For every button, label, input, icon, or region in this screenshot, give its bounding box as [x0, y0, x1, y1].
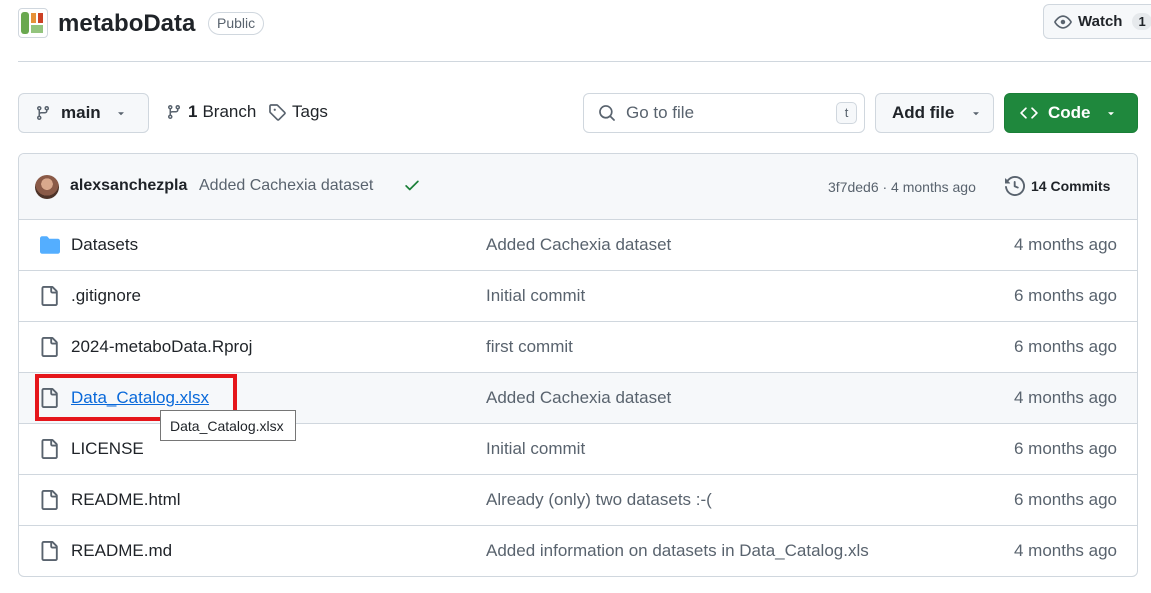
file-commit-time: 4 months ago [1013, 541, 1117, 560]
file-commit-message[interactable]: Initial commit [486, 286, 585, 306]
code-button[interactable]: Code [1004, 93, 1138, 133]
table-row[interactable]: README.html Already (only) two datasets … [19, 475, 1137, 526]
git-branch-icon [167, 105, 180, 120]
branch-count: 1 [188, 102, 198, 121]
file-icon [41, 439, 58, 459]
file-commit-message[interactable]: Added Cachexia dataset [486, 388, 671, 408]
code-label: Code [1048, 103, 1091, 122]
file-name[interactable]: LICENSE [71, 439, 144, 459]
commit-author[interactable]: alexsanchezpla [70, 177, 187, 195]
shortcut-key: t [836, 102, 857, 124]
file-commit-time: 6 months ago [1013, 286, 1117, 305]
table-row[interactable]: 2024-metaboData.Rproj first commit 6 mon… [19, 322, 1137, 373]
file-icon [41, 490, 58, 510]
file-commit-message[interactable]: Added Cachexia dataset [486, 235, 671, 255]
go-to-file-input[interactable]: Go to file t [583, 93, 865, 133]
search-placeholder: Go to file [626, 103, 695, 122]
file-icon [41, 337, 58, 357]
commits-label: 14 Commits [1031, 178, 1111, 194]
commit-sha-time[interactable]: 3f7ded6 · 4 months ago [828, 179, 976, 195]
code-icon [1020, 107, 1038, 119]
tag-icon [269, 104, 286, 121]
file-commit-time: 4 months ago [1013, 388, 1117, 407]
folder-icon [40, 236, 60, 254]
repo-name[interactable]: metaboData [58, 8, 195, 40]
file-commit-message[interactable]: Already (only) two datasets :-( [486, 490, 712, 510]
watch-label: Watch [1078, 13, 1123, 30]
file-commit-time: 6 months ago [1013, 490, 1117, 509]
file-name[interactable]: Datasets [71, 235, 138, 255]
file-icon [41, 541, 58, 561]
branches-link[interactable]: 1 Branch [166, 102, 256, 122]
add-file-label: Add file [892, 103, 955, 122]
table-row[interactable]: .gitignore Initial commit 6 months ago [19, 271, 1137, 322]
file-commit-time: 6 months ago [1013, 337, 1117, 356]
eye-icon [1054, 14, 1072, 29]
tags-link[interactable]: Tags [268, 102, 328, 122]
commits-link[interactable]: 14 Commits [1005, 176, 1110, 196]
file-commit-message[interactable]: first commit [486, 337, 573, 357]
file-list-box: alexsanchezpla Added Cachexia dataset 3f… [18, 153, 1138, 577]
file-name[interactable]: README.html [71, 490, 181, 510]
tags-label: Tags [292, 102, 328, 121]
caret-down-icon [1107, 112, 1114, 116]
table-row[interactable]: README.md Added information on datasets … [19, 526, 1137, 576]
file-icon [41, 286, 58, 306]
caret-down-icon [117, 112, 124, 116]
git-branch-icon [36, 106, 49, 121]
latest-commit-bar: alexsanchezpla Added Cachexia dataset 3f… [19, 154, 1137, 220]
history-icon [1005, 176, 1025, 196]
add-file-button[interactable]: Add file [875, 93, 994, 133]
watch-count: 1 [1132, 13, 1151, 30]
caret-down-icon [973, 112, 980, 116]
check-icon[interactable] [403, 176, 421, 194]
branch-select-button[interactable]: main [18, 93, 149, 133]
visibility-badge: Public [208, 12, 265, 35]
file-name[interactable]: .gitignore [71, 286, 141, 306]
branch-label: Branch [202, 102, 257, 121]
table-row[interactable]: Datasets Added Cachexia dataset 4 months… [19, 220, 1137, 271]
repo-logo-icon [21, 12, 43, 34]
branch-name: main [61, 103, 101, 122]
watch-button[interactable]: Watch 1 [1043, 4, 1151, 39]
file-commit-time: 6 months ago [1013, 439, 1117, 458]
header-divider [18, 61, 1151, 62]
avatar[interactable] [35, 175, 59, 199]
commit-message[interactable]: Added Cachexia dataset [199, 177, 373, 195]
file-commit-message[interactable]: Initial commit [486, 439, 585, 459]
file-commit-time: 4 months ago [1013, 235, 1117, 254]
file-name[interactable]: README.md [71, 541, 172, 561]
file-name[interactable]: 2024-metaboData.Rproj [71, 337, 252, 357]
search-icon [599, 105, 615, 121]
repo-logo [18, 8, 48, 38]
tooltip: Data_Catalog.xlsx [160, 410, 296, 441]
file-commit-message[interactable]: Added information on datasets in Data_Ca… [486, 541, 869, 561]
